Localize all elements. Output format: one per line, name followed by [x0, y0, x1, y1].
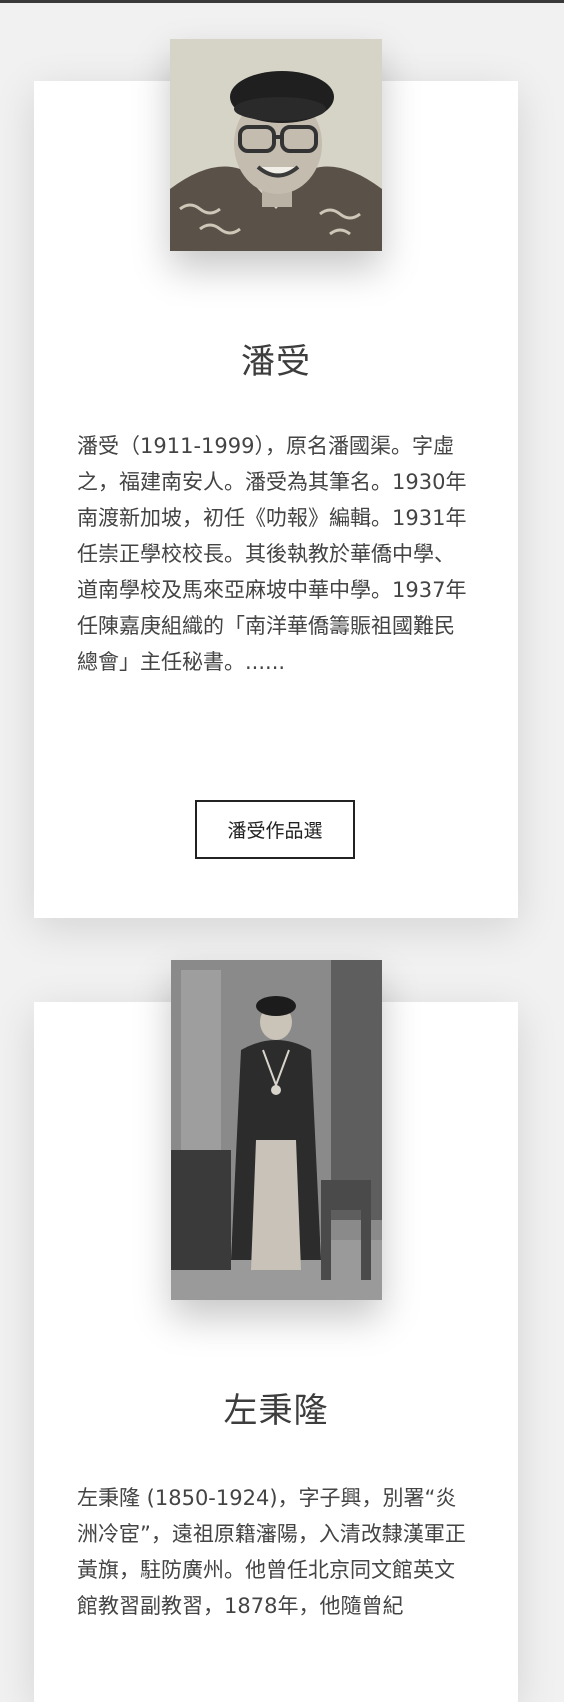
portrait-illustration: [171, 960, 382, 1300]
author-name: 左秉隆: [223, 1391, 329, 1431]
author-portrait: [170, 39, 382, 251]
author-works-button[interactable]: 潘受作品選: [195, 800, 355, 859]
author-bio: 左秉隆 (1850-1924)，字子興，別署“炎洲冷宦”，遠祖原籍瀋陽，入清改隸…: [77, 1486, 466, 1618]
author-name: 潘受: [241, 342, 311, 382]
portrait-illustration: [170, 39, 382, 251]
top-border: [0, 0, 564, 3]
author-bio: 潘受（1911-1999），原名潘國渠。字虛之，福建南安人。潘受為其筆名。193…: [77, 434, 467, 674]
author-portrait: [171, 960, 382, 1300]
